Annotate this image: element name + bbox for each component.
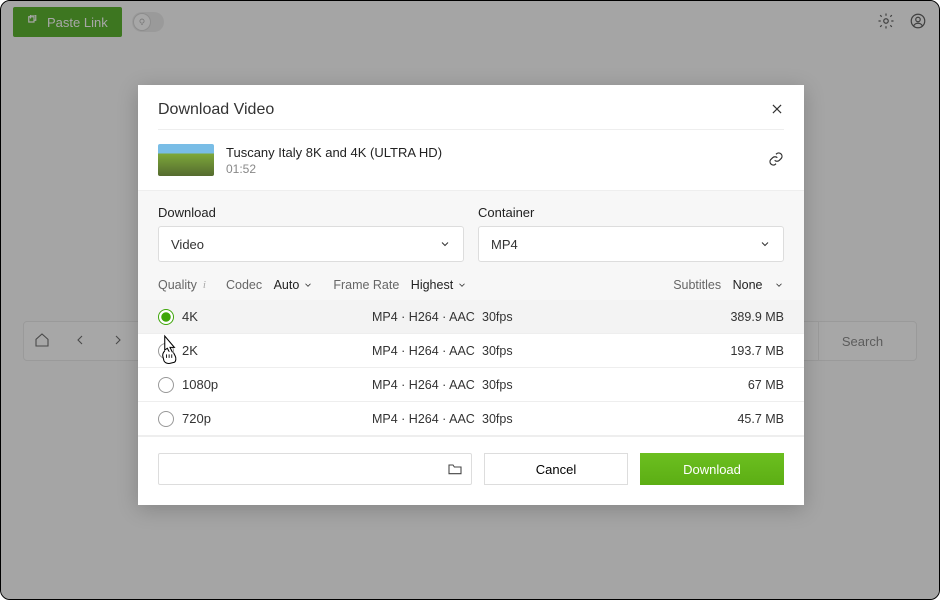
modal-title: Download Video bbox=[158, 101, 274, 119]
format-label: MP4 · H264 · AAC bbox=[372, 412, 482, 426]
format-label: MP4 · H264 · AAC bbox=[372, 310, 482, 324]
download-type-value: Video bbox=[171, 237, 204, 252]
container-value: MP4 bbox=[491, 237, 518, 252]
cancel-label: Cancel bbox=[536, 462, 576, 477]
fps-label: 30fps bbox=[482, 310, 602, 324]
fps-label: 30fps bbox=[482, 344, 602, 358]
quality-column-label: Quality i bbox=[158, 278, 206, 292]
subtitles-select[interactable]: Subtitles None bbox=[673, 278, 784, 292]
format-label: MP4 · H264 · AAC bbox=[372, 344, 482, 358]
container-select[interactable]: MP4 bbox=[478, 226, 784, 262]
info-icon: i bbox=[203, 279, 206, 291]
quality-label: 1080p bbox=[182, 377, 372, 392]
folder-icon bbox=[447, 461, 463, 477]
size-label: 67 MB bbox=[748, 378, 784, 392]
quality-label: 720p bbox=[182, 411, 372, 426]
save-path-input[interactable] bbox=[158, 453, 472, 485]
chevron-down-icon bbox=[759, 238, 771, 250]
app-window: Paste Link Search bbox=[0, 0, 940, 600]
quality-option[interactable]: 720p MP4 · H264 · AAC 30fps 45.7 MB bbox=[138, 402, 804, 435]
quality-list: 4K MP4 · H264 · AAC 30fps 389.9 MB 2K MP… bbox=[138, 300, 804, 436]
quality-option[interactable]: 4K MP4 · H264 · AAC 30fps 389.9 MB bbox=[138, 300, 804, 333]
cancel-button[interactable]: Cancel bbox=[484, 453, 628, 485]
radio-icon bbox=[158, 343, 174, 359]
chevron-down-icon bbox=[303, 280, 313, 290]
fps-label: 30fps bbox=[482, 412, 602, 426]
copy-link-button[interactable] bbox=[768, 151, 784, 170]
chevron-down-icon bbox=[439, 238, 451, 250]
video-title: Tuscany Italy 8K and 4K (ULTRA HD) bbox=[226, 145, 442, 160]
quality-option[interactable]: 2K MP4 · H264 · AAC 30fps 193.7 MB bbox=[138, 334, 804, 367]
download-video-modal: Download Video Tuscany Italy 8K and 4K (… bbox=[138, 85, 804, 505]
download-type-label: Download bbox=[158, 205, 464, 220]
quality-label: 4K bbox=[182, 309, 372, 324]
quality-option[interactable]: 1080p MP4 · H264 · AAC 30fps 67 MB bbox=[138, 368, 804, 401]
format-label: MP4 · H264 · AAC bbox=[372, 378, 482, 392]
close-button[interactable] bbox=[770, 102, 784, 119]
video-duration: 01:52 bbox=[226, 162, 442, 176]
size-label: 45.7 MB bbox=[737, 412, 784, 426]
chevron-down-icon bbox=[457, 280, 467, 290]
size-label: 193.7 MB bbox=[730, 344, 784, 358]
size-label: 389.9 MB bbox=[730, 310, 784, 324]
radio-icon bbox=[158, 309, 174, 325]
radio-icon bbox=[158, 411, 174, 427]
download-label: Download bbox=[683, 462, 741, 477]
video-thumbnail bbox=[158, 144, 214, 176]
framerate-select[interactable]: Frame Rate Highest bbox=[333, 278, 467, 292]
download-button[interactable]: Download bbox=[640, 453, 784, 485]
container-label: Container bbox=[478, 205, 784, 220]
codec-select[interactable]: Codec Auto bbox=[226, 278, 313, 292]
radio-icon bbox=[158, 377, 174, 393]
download-type-select[interactable]: Video bbox=[158, 226, 464, 262]
close-icon bbox=[770, 102, 784, 116]
chevron-down-icon bbox=[774, 280, 784, 290]
fps-label: 30fps bbox=[482, 378, 602, 392]
quality-label: 2K bbox=[182, 343, 372, 358]
link-icon bbox=[768, 151, 784, 167]
